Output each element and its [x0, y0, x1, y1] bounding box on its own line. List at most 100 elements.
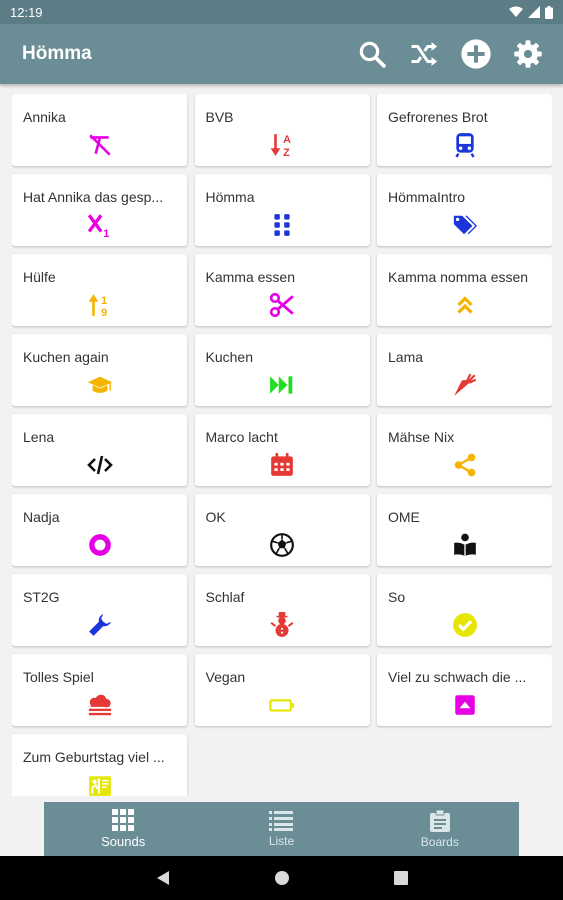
reading-icon [453, 533, 476, 556]
tab-sounds-label: Sounds [101, 834, 146, 849]
shuffle-icon [411, 42, 438, 66]
app-title: Hömma [22, 43, 92, 64]
book-reader-icon [88, 776, 111, 796]
back-button[interactable] [151, 866, 175, 890]
clipboard-icon [429, 809, 450, 832]
sound-card[interactable]: Schlaf [194, 574, 370, 646]
signal-icon [528, 6, 540, 18]
sound-label: Kuchen again [23, 349, 109, 365]
battery-empty-icon [269, 699, 295, 712]
sound-card[interactable]: HömmaIntro [377, 174, 552, 246]
status-bar: 12:19 [0, 0, 563, 24]
svg-text:Z: Z [283, 147, 290, 158]
tab-liste[interactable]: Liste [202, 802, 360, 856]
sound-label: OK [205, 509, 226, 525]
record-circle-icon [88, 534, 111, 556]
sound-card[interactable]: Kuchen again [12, 334, 187, 406]
sound-label: Schlaf [205, 589, 245, 605]
shuffle-button[interactable] [407, 37, 441, 71]
sound-label: Hömma [205, 189, 255, 205]
carrot-icon [453, 373, 476, 396]
tab-sounds[interactable]: Sounds [44, 802, 202, 856]
home-circle-icon [274, 871, 289, 885]
sound-card[interactable]: Mähse Nix [377, 414, 552, 486]
svg-text:1: 1 [101, 295, 107, 307]
app-bar: Hömma [0, 24, 563, 84]
grid-icon [112, 809, 135, 831]
home-button[interactable] [270, 866, 294, 890]
sound-label: Marco lacht [205, 429, 278, 445]
sound-label: Hülfe [23, 269, 56, 285]
text-format-clear-icon [88, 134, 111, 156]
tab-boards-label: Boards [420, 834, 459, 849]
sound-card[interactable]: Kamma essen [194, 254, 370, 326]
system-indicators [509, 5, 553, 19]
tab-boards[interactable]: Boards [361, 802, 519, 856]
tab-liste-label: Liste [268, 833, 295, 848]
double-chevron-up-icon [456, 296, 473, 314]
add-button[interactable] [459, 37, 493, 71]
snowman-icon [270, 612, 294, 637]
sound-card[interactable]: Hat Annika das gesp... 1 [12, 174, 187, 246]
sound-label: Vegan [205, 669, 246, 685]
sound-label: BVB [205, 109, 234, 125]
fast-forward-icon [270, 376, 293, 394]
sound-label: Viel zu schwach die ... [388, 669, 527, 685]
sound-card[interactable]: So [377, 574, 552, 646]
sound-card[interactable]: OME [377, 494, 552, 566]
sound-label: Lena [23, 429, 55, 445]
app-bar-actions [355, 37, 563, 71]
settings-button[interactable] [511, 37, 545, 71]
add-circle-icon [461, 39, 491, 69]
check-circle-icon [452, 613, 477, 637]
graduation-cap-icon [87, 376, 112, 393]
wrench-icon [88, 614, 111, 636]
sound-card[interactable]: Gefrorenes Brot [377, 94, 552, 166]
sound-label: ST2G [23, 589, 60, 605]
sound-label: Nadja [23, 509, 60, 525]
sound-card[interactable]: Nadja [12, 494, 187, 566]
svg-text:9: 9 [101, 307, 107, 318]
up-square-icon [454, 695, 475, 715]
sound-card[interactable]: BVB AZ [194, 94, 370, 166]
train-icon [454, 133, 475, 158]
sound-card[interactable]: Lama [377, 334, 552, 406]
sound-label: Tolles Spiel [23, 669, 94, 685]
scissors-icon [269, 292, 294, 318]
search-button[interactable] [355, 37, 389, 71]
svg-text:A: A [283, 134, 291, 146]
code-icon [86, 455, 113, 475]
sound-label: Hat Annika das gesp... [23, 189, 164, 205]
sound-label: Kamma essen [205, 269, 295, 285]
subscript-icon: 1 [87, 214, 109, 238]
sound-label: OME [388, 509, 420, 525]
recents-button[interactable] [389, 866, 413, 890]
sound-card[interactable]: Zum Geburtstag viel ... [12, 734, 187, 796]
sound-card[interactable]: Tolles Spiel [12, 654, 187, 726]
sort-numeric-icon: 19 [88, 294, 107, 318]
sound-label: Zum Geburtstag viel ... [23, 749, 165, 765]
soccer-ball-icon [270, 533, 294, 557]
share-icon [454, 453, 475, 477]
sound-card[interactable]: Kuchen [194, 334, 370, 406]
dots-grid-icon [274, 214, 290, 236]
sound-label: So [388, 589, 406, 605]
sound-card[interactable]: Vegan [194, 654, 370, 726]
wifi-icon [509, 6, 523, 17]
sound-card[interactable]: Hömma [194, 174, 370, 246]
sound-card[interactable]: ST2G [12, 574, 187, 646]
sound-card[interactable]: Marco lacht [194, 414, 370, 486]
sound-card[interactable]: OK [194, 494, 370, 566]
cloud-icon [88, 694, 111, 716]
settings-icon [514, 40, 542, 68]
bottom-navigation: Sounds Liste Boards [44, 802, 519, 856]
status-time: 12:19 [10, 4, 43, 20]
sound-card[interactable]: Kamma nomma essen [377, 254, 552, 326]
sound-card[interactable]: Lena [12, 414, 187, 486]
sound-card[interactable]: Hülfe 19 [12, 254, 187, 326]
sound-label: HömmaIntro [388, 189, 466, 205]
recents-square-icon [393, 871, 408, 885]
sound-card[interactable]: Annika [12, 94, 187, 166]
calendar-icon [271, 453, 293, 476]
sound-card[interactable]: Viel zu schwach die ... [377, 654, 552, 726]
